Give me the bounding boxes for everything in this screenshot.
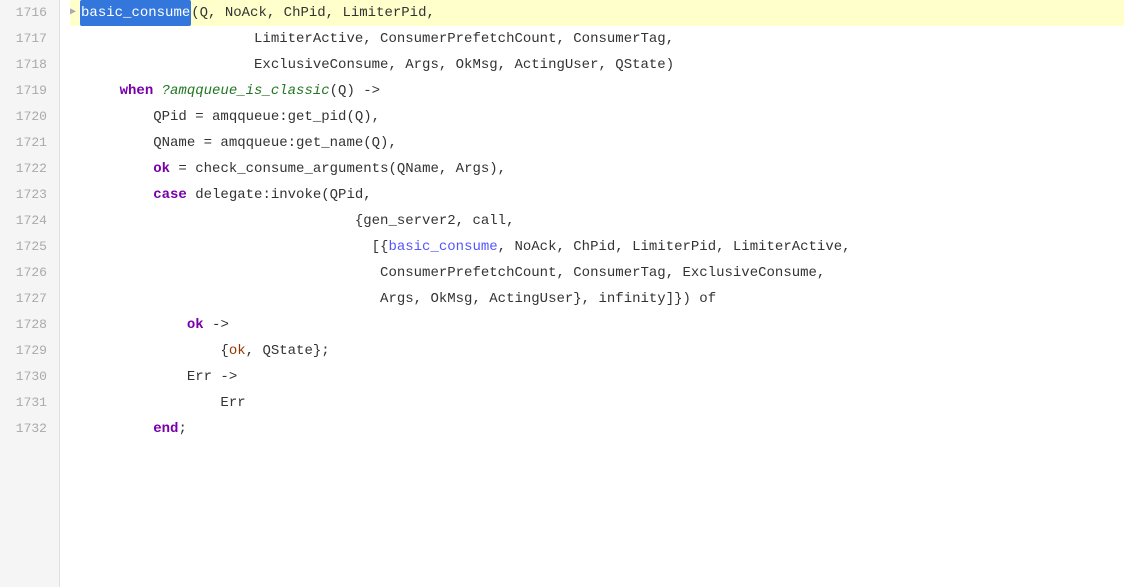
token-plain: ; <box>178 416 186 442</box>
token-plain: QName = amqqueue:get_name(Q), <box>86 130 397 156</box>
code-line-1720: QPid = amqqueue:get_pid(Q), <box>70 104 1124 130</box>
token-plain: [{ <box>86 234 388 260</box>
token-kw: ok <box>187 312 204 338</box>
line-number-1731: 1731 <box>8 390 47 416</box>
line-number-1725: 1725 <box>8 234 47 260</box>
line-number-1724: 1724 <box>8 208 47 234</box>
line-number-1719: 1719 <box>8 78 47 104</box>
code-line-1719: when ?amqqueue_is_classic(Q) -> <box>70 78 1124 104</box>
code-line-1716: ▶basic_consume(Q, NoAck, ChPid, LimiterP… <box>70 0 1124 26</box>
line-number-1717: 1717 <box>8 26 47 52</box>
line-number-1723: 1723 <box>8 182 47 208</box>
code-line-1727: Args, OkMsg, ActingUser}, infinity]}) of <box>70 286 1124 312</box>
token-plain: Err <box>86 390 246 416</box>
code-line-1731: Err <box>70 390 1124 416</box>
token-macro: ?amqqueue_is_classic <box>162 78 330 104</box>
code-line-1721: QName = amqqueue:get_name(Q), <box>70 130 1124 156</box>
code-line-1725: [{basic_consume, NoAck, ChPid, LimiterPi… <box>70 234 1124 260</box>
token-plain: , QState}; <box>246 338 330 364</box>
token-plain: ExclusiveConsume, Args, OkMsg, ActingUse… <box>86 52 674 78</box>
code-line-1722: ok = check_consume_arguments(QName, Args… <box>70 156 1124 182</box>
token-plain: , NoAck, ChPid, LimiterPid, LimiterActiv… <box>498 234 851 260</box>
token-plain <box>86 416 153 442</box>
line-number-1720: 1720 <box>8 104 47 130</box>
code-line-1724: {gen_server2, call, <box>70 208 1124 234</box>
code-line-1732: end; <box>70 416 1124 442</box>
token-plain: (Q) -> <box>330 78 380 104</box>
code-line-1726: ConsumerPrefetchCount, ConsumerTag, Excl… <box>70 260 1124 286</box>
code-line-1717: LimiterActive, ConsumerPrefetchCount, Co… <box>70 26 1124 52</box>
code-line-1718: ExclusiveConsume, Args, OkMsg, ActingUse… <box>70 52 1124 78</box>
line-number-gutter: 1716171717181719172017211722172317241725… <box>0 0 60 587</box>
token-plain: { <box>86 338 229 364</box>
token-kw: ok <box>153 156 170 182</box>
breakpoint-icon: ▶ <box>70 0 76 26</box>
line-number-1718: 1718 <box>8 52 47 78</box>
token-plain <box>153 78 161 104</box>
token-plain: ConsumerPrefetchCount, ConsumerTag, Excl… <box>86 260 825 286</box>
token-plain: (Q, NoAck, ChPid, LimiterPid, <box>191 0 435 26</box>
code-line-1728: ok -> <box>70 312 1124 338</box>
line-number-1732: 1732 <box>8 416 47 442</box>
line-number-1721: 1721 <box>8 130 47 156</box>
token-plain: -> <box>204 312 229 338</box>
token-plain <box>86 78 120 104</box>
code-line-1723: case delegate:invoke(QPid, <box>70 182 1124 208</box>
token-plain: {gen_server2, call, <box>86 208 514 234</box>
token-plain: Err -> <box>86 364 237 390</box>
line-number-1727: 1727 <box>8 286 47 312</box>
code-content[interactable]: ▶basic_consume(Q, NoAck, ChPid, LimiterP… <box>60 0 1124 587</box>
line-number-1716: 1716 <box>8 0 47 26</box>
token-kw: end <box>153 416 178 442</box>
code-line-1730: Err -> <box>70 364 1124 390</box>
token-kw: when <box>120 78 154 104</box>
token-plain <box>86 312 187 338</box>
code-line-1729: {ok, QState}; <box>70 338 1124 364</box>
token-plain: = check_consume_arguments(QName, Args), <box>170 156 506 182</box>
token-plain <box>86 156 153 182</box>
token-atom: ok <box>229 338 246 364</box>
line-number-1729: 1729 <box>8 338 47 364</box>
line-number-1728: 1728 <box>8 312 47 338</box>
line-number-1726: 1726 <box>8 260 47 286</box>
line-number-1722: 1722 <box>8 156 47 182</box>
token-plain: QPid = amqqueue:get_pid(Q), <box>86 104 380 130</box>
token-fn: basic_consume <box>80 0 191 26</box>
token-fn: basic_consume <box>388 234 497 260</box>
token-plain: LimiterActive, ConsumerPrefetchCount, Co… <box>86 26 674 52</box>
token-plain: Args, OkMsg, ActingUser}, infinity]}) of <box>86 286 716 312</box>
token-plain: delegate:invoke(QPid, <box>187 182 372 208</box>
token-plain <box>86 182 153 208</box>
code-editor: 1716171717181719172017211722172317241725… <box>0 0 1124 587</box>
token-kw: case <box>153 182 187 208</box>
line-number-1730: 1730 <box>8 364 47 390</box>
